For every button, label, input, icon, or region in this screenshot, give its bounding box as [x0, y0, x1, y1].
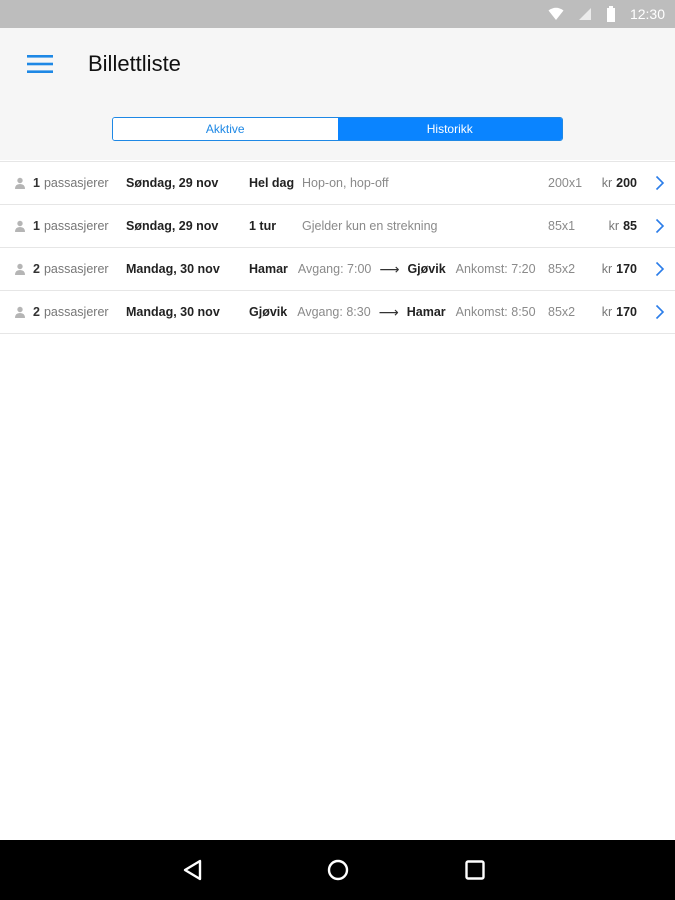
chevron-right-icon[interactable]	[655, 304, 665, 320]
ticket-code: 85x2	[548, 305, 576, 319]
route-from: Gjøvik	[249, 305, 288, 319]
arrival-time: Ankomst: 7:20	[455, 262, 536, 276]
passenger-count: 1 passasjerer	[33, 219, 109, 233]
ticket-route: Gjøvik Avgang: 8:30 ⟶ Hamar Ankomst: 8:5…	[249, 291, 536, 333]
ticket-code: 200x1	[548, 176, 583, 190]
ticket-type: Hel dag	[249, 176, 295, 190]
ticket-row[interactable]: 2 passasjerer Mandag, 30 nov Hamar Avgan…	[0, 248, 675, 291]
wifi-icon	[548, 7, 564, 20]
departure-time: Avgang: 8:30	[297, 305, 371, 319]
person-icon	[15, 177, 25, 189]
back-icon	[183, 859, 202, 881]
ticket-row[interactable]: 1 passasjerer Søndag, 29 nov Hel dag Hop…	[0, 161, 675, 205]
ticket-description: Hop-on, hop-off	[302, 176, 389, 190]
recent-apps-icon	[465, 860, 485, 880]
arrival-time: Ankomst: 8:50	[455, 305, 536, 319]
home-button[interactable]	[323, 855, 353, 885]
navigation-bar	[0, 840, 675, 900]
status-bar: 12:30	[0, 0, 675, 28]
person-icon	[15, 220, 25, 232]
ticket-date: Mandag, 30 nov	[126, 305, 220, 319]
person-icon	[15, 306, 25, 318]
ticket-date: Søndag, 29 nov	[126, 219, 219, 233]
ticket-date: Mandag, 30 nov	[126, 262, 220, 276]
arrow-right-icon: ⟶	[378, 303, 399, 320]
ticket-row[interactable]: 1 passasjerer Søndag, 29 nov 1 tur Gjeld…	[0, 205, 675, 248]
ticket-price: kr 200	[601, 176, 637, 190]
passenger-count: 2 passasjerer	[33, 305, 109, 319]
chevron-right-icon[interactable]	[655, 261, 665, 277]
ticket-date: Søndag, 29 nov	[126, 176, 219, 190]
page-title: Billettliste	[88, 51, 181, 76]
ticket-type: 1 tur	[249, 219, 277, 233]
departure-time: Avgang: 7:00	[297, 262, 372, 276]
ticket-price: kr 85	[608, 219, 637, 233]
battery-icon	[606, 6, 615, 22]
status-time: 12:30	[629, 6, 665, 22]
signal-icon	[578, 8, 591, 20]
route-to: Gjøvik	[407, 262, 446, 276]
ticket-description: Gjelder kun en strekning	[302, 219, 438, 233]
route-to: Hamar	[406, 305, 446, 319]
ticket-list: 1 passasjerer Søndag, 29 nov Hel dag Hop…	[0, 161, 675, 334]
person-icon	[15, 263, 25, 275]
ticket-row[interactable]: 2 passasjerer Mandag, 30 nov Gjøvik Avga…	[0, 291, 675, 334]
chevron-right-icon[interactable]	[655, 218, 665, 234]
ticket-code: 85x2	[548, 262, 576, 276]
ticket-code: 85x1	[548, 219, 576, 233]
ticket-price: kr 170	[601, 305, 637, 319]
passenger-count: 2 passasjerer	[33, 262, 109, 276]
menu-button[interactable]	[22, 46, 58, 82]
tab-active-tickets[interactable]: Akktive	[113, 118, 338, 140]
hamburger-menu-icon	[27, 55, 53, 73]
home-icon	[327, 859, 349, 881]
app-bar: Billettliste Akktive Historikk	[0, 28, 675, 160]
recent-apps-button[interactable]	[460, 855, 490, 885]
ticket-price: kr 170	[601, 262, 637, 276]
passenger-count: 1 passasjerer	[33, 176, 109, 190]
ticket-route: Hamar Avgang: 7:00 ⟶ Gjøvik Ankomst: 7:2…	[249, 248, 536, 290]
tab-history[interactable]: Historikk	[337, 118, 562, 140]
back-button[interactable]	[178, 855, 208, 885]
route-from: Hamar	[249, 262, 288, 276]
chevron-right-icon[interactable]	[655, 175, 665, 191]
tab-switcher: Akktive Historikk	[112, 117, 563, 141]
arrow-right-icon: ⟶	[379, 260, 400, 277]
